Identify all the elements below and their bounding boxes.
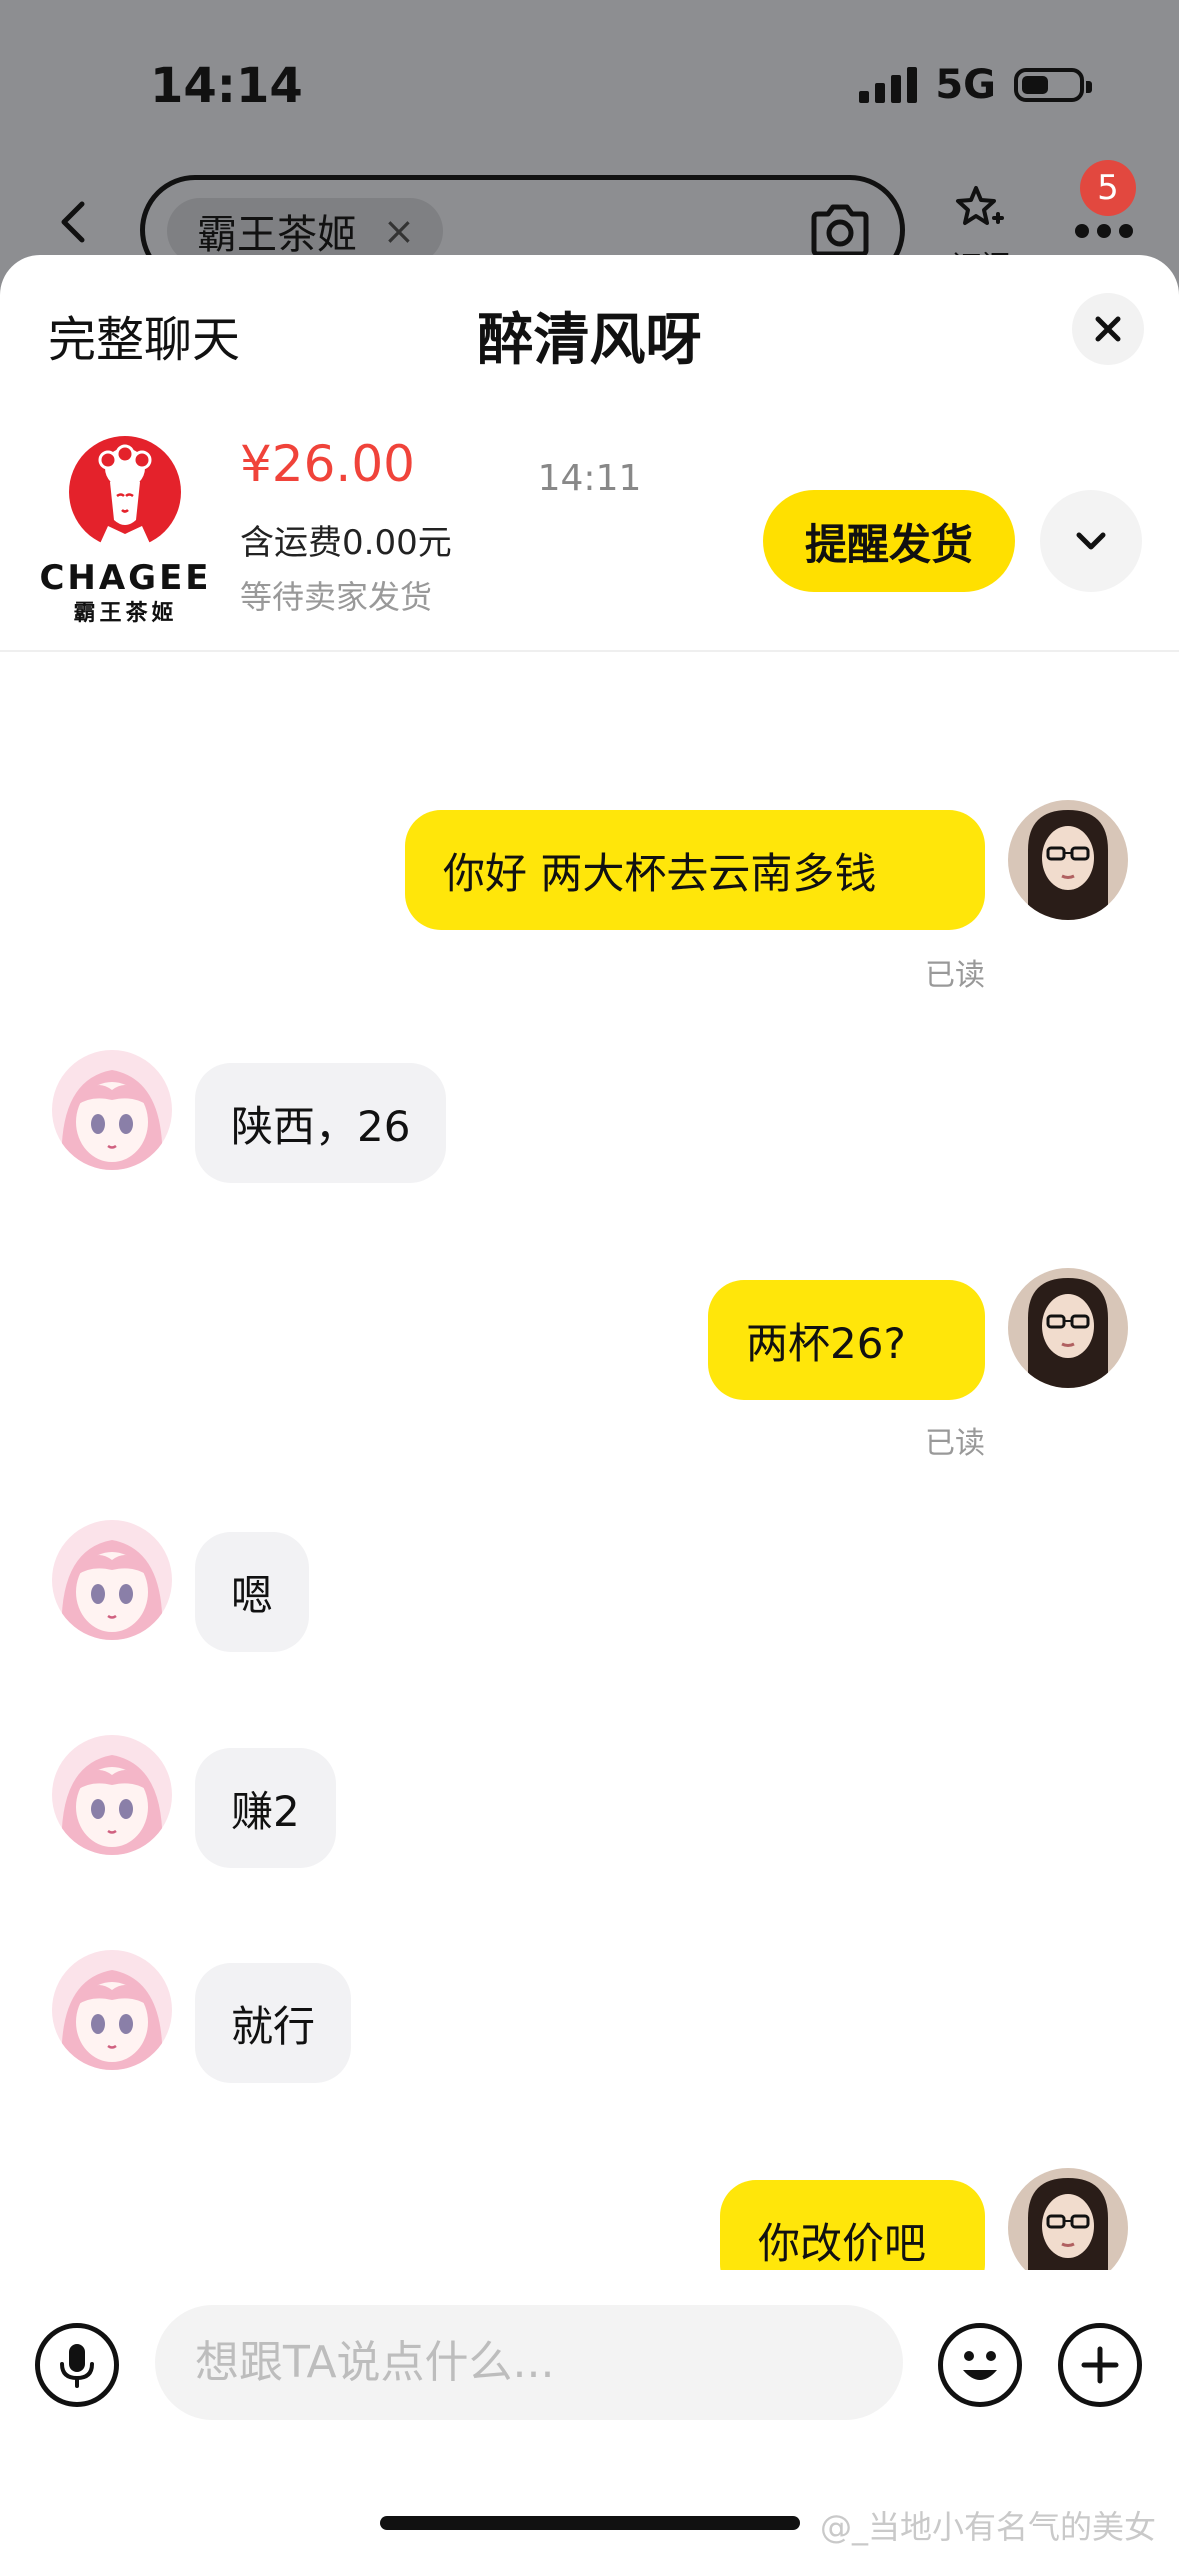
close-button[interactable] <box>1072 293 1144 365</box>
user-photo-icon <box>1008 800 1128 920</box>
plus-icon <box>1081 2346 1119 2384</box>
message-bubble-received[interactable]: 就行 <box>195 1963 352 2083</box>
microphone-icon <box>60 2344 94 2388</box>
anime-avatar-icon <box>52 1735 172 1855</box>
message-bubble-sent[interactable]: 你好 两大杯去云南多钱 <box>405 810 985 930</box>
read-receipt: 已读 <box>925 958 985 993</box>
user-photo-icon <box>1008 1268 1128 1388</box>
chevron-down-icon <box>1076 532 1106 550</box>
sheet-header: 完整聊天 醉清风呀 <box>0 255 1179 400</box>
notification-badge: 5 <box>1080 160 1136 216</box>
logo-wordmark: CHAGEE <box>39 558 212 598</box>
message-bubble-sent[interactable]: 你改价吧 <box>720 2180 985 2270</box>
anime-avatar-icon <box>52 1520 172 1640</box>
star-icon <box>956 186 1004 225</box>
message-input-bar <box>0 2270 1179 2460</box>
back-icon[interactable] <box>52 200 96 244</box>
message-clip: 你改价吧 <box>0 2160 1179 2270</box>
status-indicators: 5G <box>859 62 1092 108</box>
message-bubble-received[interactable]: 嗯 <box>195 1532 310 1652</box>
order-card[interactable]: CHAGEE 霸王茶姬 ¥26.00 含运费0.00元 等待卖家发货 提醒发货 <box>0 400 1179 652</box>
status-time: 14:14 <box>150 58 303 114</box>
user-photo-icon <box>1008 2168 1128 2270</box>
chat-title: 醉清风呀 <box>477 308 702 373</box>
battery-icon <box>1014 68 1092 102</box>
subscribe-button[interactable]: 订阅 <box>945 180 1015 272</box>
emoji-icon <box>963 2351 997 2380</box>
network-type: 5G <box>935 62 996 108</box>
shipping-fee: 含运费0.00元 <box>240 523 452 563</box>
chat-timestamp: 14:11 <box>537 458 642 499</box>
logo-cn-name: 霸王茶姬 <box>73 601 178 626</box>
contact-avatar[interactable] <box>52 1520 172 1640</box>
order-status: 等待卖家发货 <box>240 578 433 616</box>
my-avatar[interactable] <box>1008 800 1128 920</box>
anime-avatar-icon <box>52 1950 172 2070</box>
voice-button[interactable] <box>35 2323 119 2407</box>
more-icon <box>1075 224 1133 238</box>
my-avatar[interactable] <box>1008 1268 1128 1388</box>
clear-chip-icon[interactable]: × <box>383 209 415 253</box>
more-actions-button[interactable] <box>1058 2323 1142 2407</box>
my-avatar[interactable] <box>1008 2168 1128 2270</box>
remind-shipment-button[interactable]: 提醒发货 <box>763 490 1015 592</box>
watermark: @_当地小有名气的美女 <box>820 2508 1157 2546</box>
anime-avatar-icon <box>52 1050 172 1170</box>
message-bubble-received[interactable]: 赚2 <box>195 1748 336 1868</box>
search-chip-label: 霸王茶姬 <box>197 212 357 258</box>
read-receipt: 已读 <box>925 1426 985 1461</box>
home-indicator <box>380 2516 800 2530</box>
message-input[interactable] <box>155 2305 903 2420</box>
contact-avatar[interactable] <box>52 1735 172 1855</box>
message-bubble-received[interactable]: 陕西，26 <box>195 1063 447 1183</box>
expand-order-button[interactable] <box>1040 490 1142 592</box>
contact-avatar[interactable] <box>52 1950 172 2070</box>
signal-icon <box>859 67 918 103</box>
emoji-button[interactable] <box>938 2323 1022 2407</box>
close-icon <box>1095 316 1121 342</box>
camera-icon[interactable] <box>808 202 872 258</box>
message-bubble-sent[interactable]: 两杯26? <box>708 1280 985 1400</box>
contact-avatar[interactable] <box>52 1050 172 1170</box>
